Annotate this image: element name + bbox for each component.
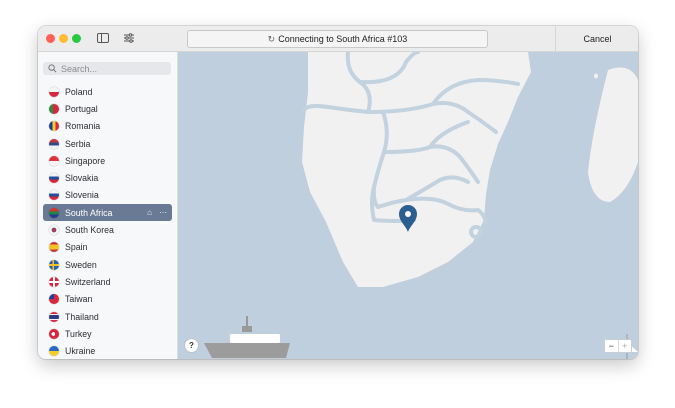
flag-serbia-icon [49,138,59,149]
country-label: Slovenia [65,190,99,201]
flag-turkey-icon [49,328,59,339]
country-label: Switzerland [65,276,111,287]
flag-south-africa-icon [49,207,59,218]
madagascar-land [588,67,638,203]
country-label: Romania [65,121,101,132]
world-map[interactable]: ? − + [178,52,638,359]
minimize-window-button[interactable] [59,34,68,43]
help-icon: ? [189,341,194,350]
title-bar: ↻ Connecting to South Africa #103 Cancel [38,26,638,52]
flag-slovakia-icon [49,173,59,184]
country-label: Slovakia [65,173,99,184]
country-item[interactable]: Ukraine [43,342,172,359]
country-item[interactable]: Slovakia [43,169,172,186]
country-label: Spain [65,242,88,253]
country-label: South Africa [65,207,113,218]
country-item[interactable]: South Korea [43,221,172,238]
flag-singapore-icon [49,155,59,166]
spinner-icon: ↻ [267,33,276,44]
flag-spain-icon [49,242,59,253]
comoros-island [603,87,609,93]
app-window: ↻ Connecting to South Africa #103 Cancel… [38,26,638,359]
country-item[interactable]: South Africa ⌂ ⋯ [43,204,172,222]
flag-sweden-icon [49,259,59,270]
country-label: Thailand [65,311,99,322]
country-label: Singapore [65,155,106,166]
zoom-out-button[interactable]: − [605,340,618,352]
row-actions: ⌂ ⋯ [147,208,167,217]
server-icon[interactable]: ⌂ [147,208,152,217]
map-canvas [204,52,638,359]
country-item[interactable]: Spain [43,239,172,256]
comoros-island-2 [594,73,598,79]
zoom-window-button[interactable] [72,34,81,43]
cancel-button[interactable]: Cancel [555,26,638,51]
settings-sliders-icon[interactable] [122,31,136,45]
connection-status: ↻ Connecting to South Africa #103 [187,30,488,48]
search-input[interactable] [61,63,161,74]
country-label: Poland [65,86,93,97]
connection-status-text: Connecting to South Africa #103 [278,34,408,44]
help-button[interactable]: ? [184,338,199,353]
southern-africa-land [302,52,531,287]
flag-romania-icon [49,121,59,132]
sidebar-icon[interactable] [96,31,110,45]
flag-ukraine-icon [49,346,59,357]
country-item[interactable]: Singapore [43,152,172,169]
flag-thailand-icon [49,311,59,322]
flag-switzerland-icon [49,276,59,287]
flag-taiwan-icon [49,294,59,305]
country-label: Ukraine [65,346,96,357]
country-list: Poland Portugal Romania Serbia Singapore Slov… [43,83,172,359]
country-item[interactable]: Poland [43,83,172,100]
country-label: Serbia [65,138,91,149]
zoom-controls: − + [604,339,632,353]
more-options-icon[interactable]: ⋯ [159,208,167,217]
flag-slovenia-icon [49,190,59,201]
country-label: Sweden [65,259,97,270]
country-label: Portugal [65,103,98,114]
country-label: South Korea [65,225,114,236]
flag-poland-icon [49,86,59,97]
search-box[interactable] [43,62,171,75]
country-item[interactable]: Taiwan [43,291,172,308]
close-window-button[interactable] [46,34,55,43]
country-label: Taiwan [65,294,93,305]
ship-icon [204,316,290,358]
flag-portugal-icon [49,103,59,114]
flag-south-korea-icon [49,225,59,236]
country-item[interactable]: Slovenia [43,187,172,204]
country-item[interactable]: Turkey [43,325,172,342]
country-label: Turkey [65,328,92,339]
country-item[interactable]: Portugal [43,100,172,117]
country-item[interactable]: Switzerland [43,273,172,290]
country-item[interactable]: Serbia [43,135,172,152]
country-item[interactable]: Romania [43,118,172,135]
search-icon [48,64,57,73]
sidebar: Poland Portugal Romania Serbia Singapore Slov… [38,52,178,359]
country-item[interactable]: Thailand [43,308,172,325]
country-item[interactable]: Sweden [43,256,172,273]
zoom-in-button[interactable]: + [617,340,632,352]
